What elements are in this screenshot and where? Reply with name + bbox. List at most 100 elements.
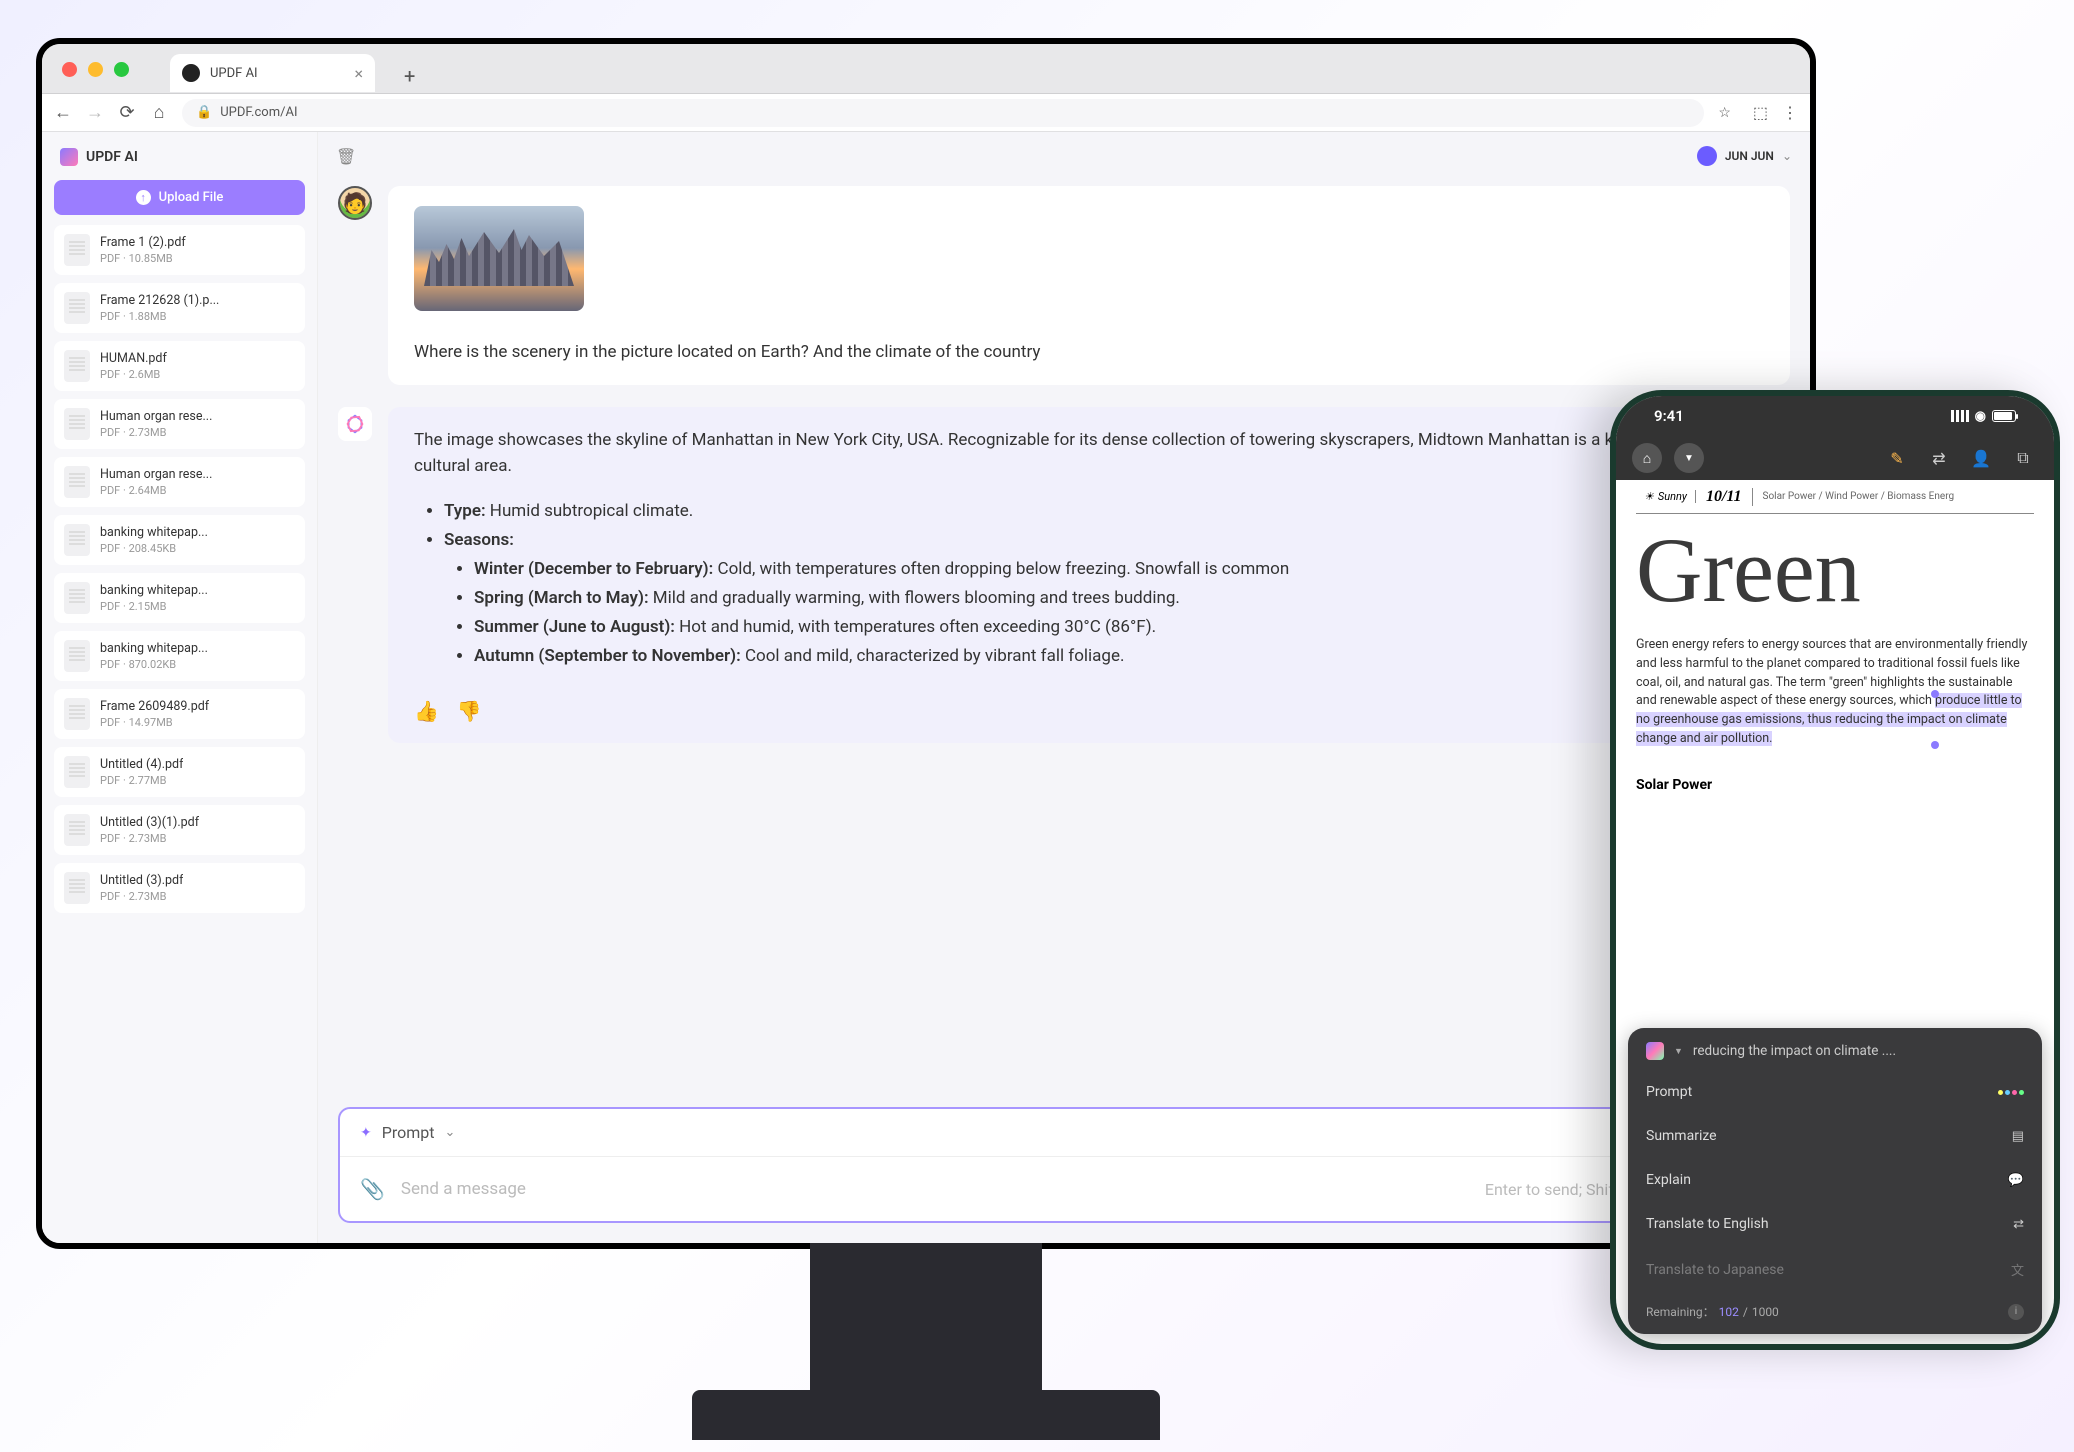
extensions-button[interactable]: ⬚: [1753, 103, 1768, 122]
app-logo-icon: [60, 148, 78, 166]
new-tab-button[interactable]: +: [404, 64, 415, 88]
season-item: Winter (December to February): Cold, wit…: [474, 555, 1764, 584]
user-name: JUN JUN: [1725, 149, 1774, 163]
url-field[interactable]: 🔒 UPDF.com/AI: [182, 99, 1704, 127]
reload-button[interactable]: ⟳: [118, 102, 136, 123]
file-name: Frame 2609489.pdf: [100, 699, 209, 714]
thumbs-up-button[interactable]: 👍: [414, 699, 439, 723]
file-item[interactable]: banking whitepap...PDF · 208.45KB: [54, 515, 305, 565]
chevron-down-icon: ⌄: [444, 1125, 455, 1140]
close-window-button[interactable]: [62, 62, 77, 77]
file-item[interactable]: Untitled (3).pdfPDF · 2.73MB: [54, 863, 305, 913]
file-icon: [64, 582, 90, 614]
file-meta: PDF · 14.97MB: [100, 716, 209, 729]
ai-option-translate-to-japanese[interactable]: Translate to Japanese文: [1646, 1246, 2024, 1293]
user-question-text: Where is the scenery in the picture loca…: [414, 341, 1764, 365]
remaining-total: 1000: [1752, 1305, 1779, 1319]
input-row: 📎 Enter to send; Shift + Enter to add a …: [340, 1157, 1788, 1221]
file-meta: PDF · 2.77MB: [100, 774, 183, 787]
forward-button[interactable]: →: [86, 102, 104, 123]
file-name: banking whitepap...: [100, 583, 208, 598]
document-view[interactable]: ☀Sunny 10/11 Solar Power / Wind Power / …: [1616, 480, 2054, 935]
option-icon: 💬: [2008, 1173, 2024, 1188]
ai-option-explain[interactable]: Explain💬: [1646, 1158, 2024, 1202]
thumbs-down-button[interactable]: 👎: [457, 699, 482, 723]
bookmark-button[interactable]: ☆: [1718, 105, 1731, 121]
file-item[interactable]: Untitled (3)(1).pdf PDF · 2.73MB: [54, 805, 305, 855]
doc-body: Green energy refers to energy sources th…: [1636, 636, 2034, 749]
ai-option-summarize[interactable]: Summarize▤: [1646, 1114, 2024, 1158]
file-item[interactable]: Human organ rese...PDF · 2.73MB: [54, 399, 305, 449]
phone-time: 9:41: [1654, 407, 1684, 425]
info-icon[interactable]: i: [2008, 1304, 2024, 1320]
battery-icon: [1992, 410, 2016, 422]
highlight-tool-button[interactable]: ✎: [1882, 443, 1912, 473]
chat-message-ai: The image showcases the skyline of Manha…: [338, 407, 1790, 743]
copy-button[interactable]: ⧉: [2008, 443, 2038, 473]
back-button[interactable]: ←: [54, 102, 72, 123]
attach-button[interactable]: 📎: [360, 1177, 385, 1201]
remaining-counter: Remaining： 102 / 1000 i: [1646, 1293, 2024, 1320]
ai-bubble: The image showcases the skyline of Manha…: [388, 407, 1790, 743]
chevron-down-icon: ▼: [1674, 1046, 1683, 1057]
upload-label: Upload File: [159, 190, 224, 205]
file-name: Untitled (4).pdf: [100, 757, 183, 772]
file-icon: [64, 466, 90, 498]
phone-home-button[interactable]: ⌂: [1632, 443, 1662, 473]
sidebar: UPDF AI ↑ Upload File Frame 1 (2).pdfPDF…: [42, 132, 318, 1243]
file-meta: PDF · 10.85MB: [100, 252, 186, 265]
tab-close-button[interactable]: ×: [354, 64, 363, 83]
file-name: Untitled (3)(1).pdf: [100, 815, 199, 830]
signal-icon: [1951, 410, 1969, 422]
maximize-window-button[interactable]: [114, 62, 129, 77]
file-item[interactable]: HUMAN.pdfPDF · 2.6MB: [54, 341, 305, 391]
browser-tab[interactable]: UPDF AI ×: [170, 54, 375, 92]
file-item[interactable]: banking whitepap...PDF · 2.15MB: [54, 573, 305, 623]
phone-toolbar: ⌂ ▼ ✎ ⇄ 👤 ⧉: [1616, 436, 2054, 480]
file-list: Frame 1 (2).pdfPDF · 10.85MB Frame 212628…: [54, 225, 305, 913]
wifi-icon: ◉: [1975, 409, 1986, 424]
share-button[interactable]: 👤: [1966, 443, 1996, 473]
season-item: Summer (June to August): Hot and humid, …: [474, 613, 1764, 642]
message-input[interactable]: [401, 1179, 1469, 1199]
season-item: Autumn (September to November): Cool and…: [474, 642, 1764, 671]
file-item[interactable]: Human organ rese...PDF · 2.64MB: [54, 457, 305, 507]
file-meta: PDF · 2.73MB: [100, 832, 199, 845]
file-item[interactable]: Frame 1 (2).pdfPDF · 10.85MB: [54, 225, 305, 275]
home-button[interactable]: ⌂: [150, 102, 168, 123]
attached-image[interactable]: [414, 206, 584, 311]
phone-dropdown-button[interactable]: ▼: [1674, 443, 1704, 473]
minimize-window-button[interactable]: [88, 62, 103, 77]
file-item[interactable]: Frame 2609489.pdf PDF · 14.97MB: [54, 689, 305, 739]
app-root: UPDF AI ↑ Upload File Frame 1 (2).pdfPDF…: [42, 132, 1810, 1243]
season-item: Spring (March to May): Mild and graduall…: [474, 584, 1764, 613]
file-meta: PDF · 208.45KB: [100, 542, 208, 555]
file-icon: [64, 524, 90, 556]
file-item[interactable]: Frame 212628 (1).p... PDF · 1.88MB: [54, 283, 305, 333]
file-item[interactable]: Untitled (4).pdf PDF · 2.77MB: [54, 747, 305, 797]
remaining-label: Remaining：: [1646, 1303, 1715, 1320]
option-icon: ⇄: [2013, 1217, 2024, 1232]
doc-date: 10/11: [1696, 488, 1753, 506]
ai-action-panel: ▼ reducing the impact on climate .... Pr…: [1628, 1028, 2042, 1334]
seasons-label: Seasons:: [444, 530, 514, 550]
selection-preview[interactable]: ▼ reducing the impact on climate ....: [1646, 1042, 2024, 1060]
delete-button[interactable]: 🗑: [336, 147, 356, 166]
translate-tool-button[interactable]: ⇄: [1924, 443, 1954, 473]
file-meta: PDF · 1.88MB: [100, 310, 219, 323]
app-title-text: UPDF AI: [86, 149, 138, 165]
ai-option-prompt[interactable]: Prompt: [1646, 1070, 2024, 1114]
upload-file-button[interactable]: ↑ Upload File: [54, 180, 305, 215]
file-name: Human organ rese...: [100, 467, 212, 482]
file-name: Frame 212628 (1).p...: [100, 293, 219, 308]
upload-icon: ↑: [136, 190, 151, 205]
browser-menu-button[interactable]: ⋮: [1782, 103, 1798, 122]
file-icon: [64, 350, 90, 382]
ai-option-translate-to-english[interactable]: Translate to English⇄: [1646, 1202, 2024, 1246]
doc-header: ☀Sunny 10/11 Solar Power / Wind Power / …: [1636, 480, 2034, 514]
user-menu[interactable]: JUN JUN ⌄: [1697, 146, 1792, 166]
browser-tabbar: UPDF AI × +: [42, 44, 1810, 94]
phone-status-icons: ◉: [1951, 409, 2016, 424]
file-item[interactable]: banking whitepap...PDF · 870.02KB: [54, 631, 305, 681]
prompt-selector[interactable]: ✦ Prompt ⌄: [340, 1109, 1788, 1157]
